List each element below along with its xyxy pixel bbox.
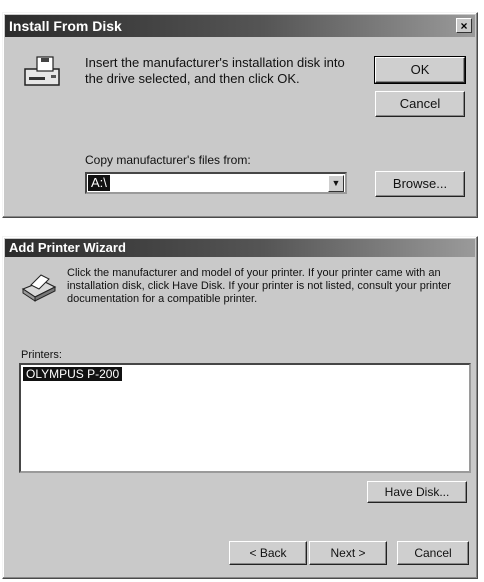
dropdown-arrow-icon[interactable]: ▼ bbox=[328, 175, 344, 192]
ok-button[interactable]: OK bbox=[374, 56, 466, 84]
install-dialog-titlebar[interactable]: Install From Disk × bbox=[5, 15, 475, 37]
install-from-disk-dialog: Install From Disk × Insert the manufactu… bbox=[2, 12, 478, 218]
add-printer-wizard-dialog: Add Printer Wizard Click the manufacture… bbox=[2, 236, 478, 579]
printers-listbox[interactable]: OLYMPUS P-200 bbox=[19, 363, 471, 473]
browse-button[interactable]: Browse... bbox=[375, 171, 465, 197]
close-button[interactable]: × bbox=[456, 18, 472, 33]
install-message-line1: Insert the manufacturer's installation d… bbox=[85, 55, 345, 70]
printer-list-item[interactable]: OLYMPUS P-200 bbox=[23, 367, 123, 381]
install-message: Insert the manufacturer's installation d… bbox=[85, 55, 345, 87]
copy-from-combo[interactable]: A:\ ▼ bbox=[85, 172, 347, 194]
wizard-instructions-line3: documentation for a compatible printer. bbox=[67, 293, 258, 305]
wizard-cancel-button[interactable]: Cancel bbox=[397, 541, 469, 565]
install-message-line2: the drive selected, and then click OK. bbox=[85, 71, 300, 86]
back-button-label: < Back bbox=[249, 546, 287, 560]
wizard-titlebar[interactable]: Add Printer Wizard bbox=[5, 239, 475, 257]
cancel-button[interactable]: Cancel bbox=[375, 91, 465, 117]
back-button[interactable]: < Back bbox=[229, 541, 307, 565]
wizard-title: Add Printer Wizard bbox=[9, 240, 126, 255]
copy-from-label: Copy manufacturer's files from: bbox=[85, 153, 251, 167]
have-disk-button[interactable]: Have Disk... bbox=[367, 481, 467, 503]
printer-icon bbox=[21, 274, 57, 302]
printers-label: Printers: bbox=[21, 349, 62, 361]
copy-from-value: A:\ bbox=[88, 175, 110, 191]
wizard-cancel-button-label: Cancel bbox=[414, 546, 452, 560]
install-dialog-title: Install From Disk bbox=[9, 18, 122, 34]
wizard-instructions-line1: Click the manufacturer and model of your… bbox=[67, 267, 441, 279]
browse-button-label: Browse... bbox=[392, 176, 448, 191]
next-button-label: Next > bbox=[330, 546, 366, 560]
wizard-instructions: Click the manufacturer and model of your… bbox=[67, 267, 451, 306]
next-button[interactable]: Next > bbox=[309, 541, 387, 565]
floppy-drive-icon bbox=[24, 56, 60, 86]
close-icon: × bbox=[460, 19, 468, 33]
wizard-instructions-line2: installation disk, click Have Disk. If y… bbox=[67, 280, 451, 292]
have-disk-button-label: Have Disk... bbox=[384, 485, 450, 499]
